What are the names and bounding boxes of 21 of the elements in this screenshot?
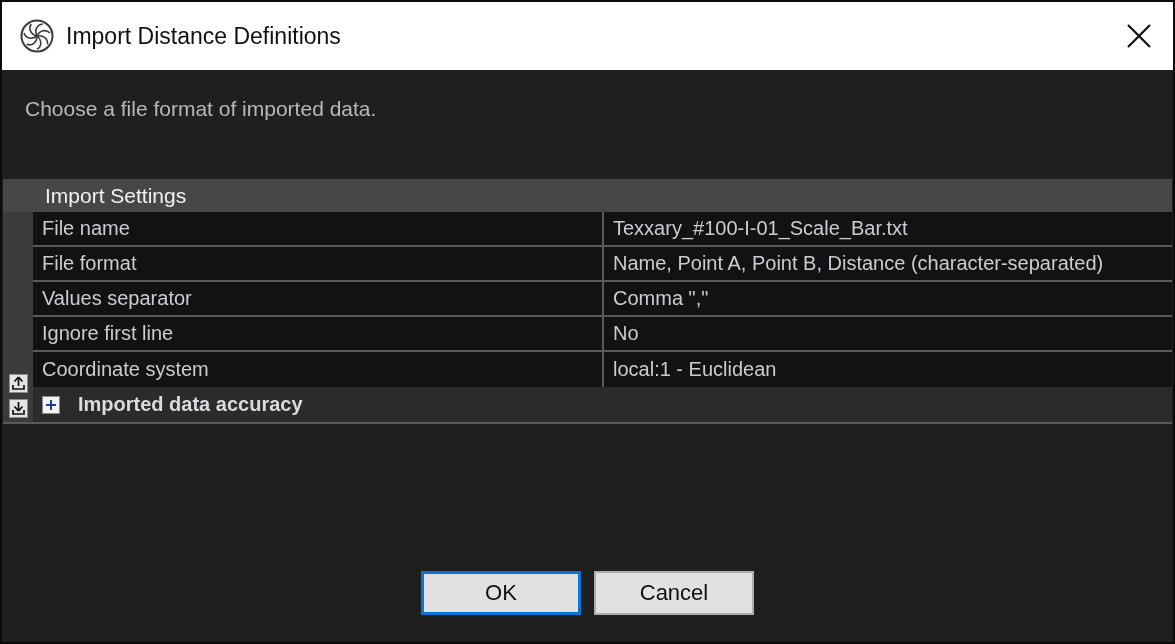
close-icon (1127, 24, 1151, 48)
property-name: Ignore first line (33, 317, 602, 350)
swirl-icon (20, 19, 54, 53)
arrow-up-tray-icon[interactable] (8, 374, 28, 393)
property-name: File format (33, 247, 602, 280)
group-title: Imported data accuracy (78, 393, 303, 416)
property-name: File name (33, 212, 602, 245)
section-title: Import Settings (45, 183, 187, 208)
property-name: Values separator (33, 282, 602, 315)
property-value[interactable]: local:1 - Euclidean (604, 352, 1172, 387)
property-value[interactable]: Comma "," (604, 282, 1172, 315)
property-value[interactable]: No (604, 317, 1172, 350)
dialog-button[interactable]: OK (421, 571, 581, 615)
instruction-text: Choose a file format of imported data. (25, 96, 377, 122)
property-value[interactable]: Name, Point A, Point B, Distance (character-separated) (604, 247, 1172, 280)
property-value[interactable]: Texxary_#100-I-01_Scale_Bar.txt (604, 212, 1172, 245)
property-name: Coordinate system (33, 352, 602, 387)
arrow-down-tray-icon[interactable] (8, 399, 28, 418)
plus-icon[interactable] (42, 395, 60, 414)
dialog-button[interactable]: Cancel (594, 571, 754, 615)
window-title: Import Distance Definitions (66, 22, 341, 50)
